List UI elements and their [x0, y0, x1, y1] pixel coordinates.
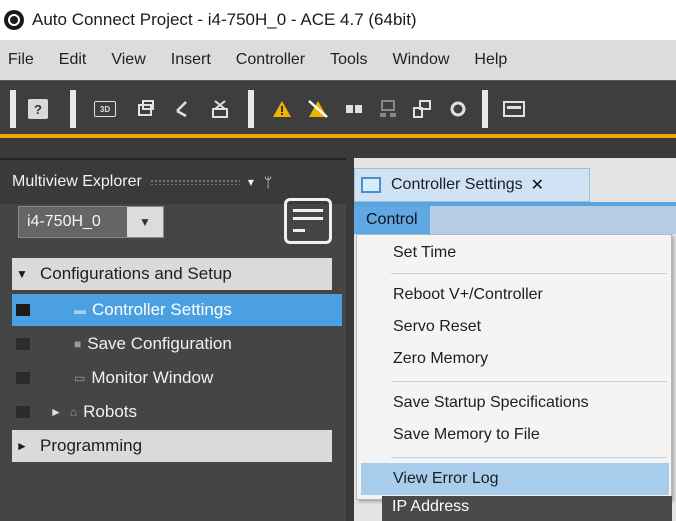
- device-select[interactable]: i4-750H_0 ▼: [18, 206, 164, 238]
- menu-controller[interactable]: Controller: [236, 51, 305, 69]
- menu-item-view-error-log[interactable]: View Error Log: [361, 463, 669, 495]
- tree-item-robots[interactable]: ► ⌂ Robots: [12, 396, 332, 428]
- window-title: Auto Connect Project - i4-750H_0 - ACE 4…: [32, 10, 417, 29]
- tree-group-configurations[interactable]: ▼ Configurations and Setup: [12, 258, 332, 290]
- device-select-value: i4-750H_0: [27, 213, 101, 230]
- tree-group-label: Configurations and Setup: [40, 264, 232, 283]
- toolbar-grip: [482, 90, 488, 128]
- expand-arrow-icon[interactable]: ►: [12, 439, 40, 453]
- tree-item-controller-settings[interactable]: ▬ Controller Settings: [12, 294, 342, 326]
- expand-arrow-icon[interactable]: ▼: [12, 267, 40, 281]
- control-menu-bar: Control: [354, 206, 676, 234]
- chevron-down-icon[interactable]: ▾: [248, 175, 254, 189]
- device-icon[interactable]: [410, 97, 434, 121]
- tree-marker: [16, 304, 30, 316]
- menu-window[interactable]: Window: [392, 51, 449, 69]
- tree-item-label: Save Configuration: [87, 334, 232, 353]
- tree-item-label: Monitor Window: [91, 368, 214, 387]
- connect-icon[interactable]: [342, 97, 366, 121]
- tool-icon[interactable]: [208, 97, 232, 121]
- menu-item-servo-reset[interactable]: Servo Reset: [357, 311, 671, 343]
- multiview-explorer: Multiview Explorer ▾ ᛘ i4-750H_0 ▼ ▼ Con…: [0, 158, 346, 521]
- clear-warning-icon[interactable]: [306, 97, 330, 121]
- tree-group-label: Programming: [40, 436, 143, 455]
- menu-item-zero-memory[interactable]: Zero Memory: [357, 343, 671, 375]
- panel-splitter[interactable]: [346, 158, 354, 521]
- pin-icon[interactable]: ᛘ: [264, 174, 272, 190]
- refresh-icon[interactable]: [446, 97, 470, 121]
- explorer-title: Multiview Explorer: [12, 173, 142, 190]
- save-icon: ■: [74, 337, 82, 351]
- help-icon[interactable]: ?: [28, 99, 48, 119]
- dropdown-arrow-icon[interactable]: ▼: [127, 207, 163, 237]
- menu-bar: File Edit View Insert Controller Tools W…: [0, 40, 676, 80]
- 3d-view-icon[interactable]: 3D: [94, 101, 116, 117]
- menu-separator: [391, 273, 667, 274]
- menu-item-set-time[interactable]: Set Time: [357, 237, 671, 269]
- menu-tools[interactable]: Tools: [330, 51, 367, 69]
- toolbar-grip: [10, 90, 16, 128]
- menu-separator: [391, 381, 667, 382]
- window-icon[interactable]: [134, 97, 158, 121]
- controller-icon: [284, 198, 332, 244]
- control-dropdown-menu: Set Time Reboot V+/Controller Servo Rese…: [356, 234, 672, 500]
- tree-item-label: Robots: [83, 402, 138, 421]
- menu-help[interactable]: Help: [474, 51, 507, 69]
- document-area: Controller Settings ✕ Control Set Time R…: [346, 158, 676, 521]
- ip-address-label: IP Address: [382, 496, 672, 521]
- control-menu[interactable]: Control: [354, 206, 430, 234]
- menu-separator: [391, 457, 667, 458]
- explorer-grip[interactable]: [149, 179, 240, 185]
- display-icon[interactable]: [502, 97, 526, 121]
- toolbar-grip: [248, 90, 254, 128]
- tree-marker: [16, 406, 30, 418]
- app-icon: [4, 10, 24, 30]
- workspace-gap: [0, 138, 676, 158]
- folder-icon: ⌂: [69, 405, 78, 419]
- monitor-icon: ▭: [74, 371, 86, 385]
- menu-item-reboot[interactable]: Reboot V+/Controller: [357, 279, 671, 311]
- network-icon[interactable]: [376, 97, 400, 121]
- title-bar: Auto Connect Project - i4-750H_0 - ACE 4…: [0, 0, 676, 40]
- tree-marker: [16, 372, 30, 384]
- expand-arrow-icon[interactable]: ►: [50, 405, 62, 419]
- toolbar: ? 3D: [0, 80, 676, 136]
- tree-group-programming[interactable]: ► Programming: [12, 430, 332, 462]
- tab-label: Controller Settings: [391, 176, 523, 193]
- tree-marker: [16, 338, 30, 350]
- menu-edit[interactable]: Edit: [59, 51, 87, 69]
- menu-item-save-startup[interactable]: Save Startup Specifications: [357, 387, 671, 419]
- menu-insert[interactable]: Insert: [171, 51, 211, 69]
- close-icon[interactable]: ✕: [531, 175, 544, 195]
- settings-window-icon: [361, 177, 381, 193]
- tree-item-save-configuration[interactable]: ■ Save Configuration: [12, 328, 332, 360]
- menu-view[interactable]: View: [111, 51, 145, 69]
- tab-controller-settings[interactable]: Controller Settings ✕: [354, 168, 590, 202]
- menu-file[interactable]: File: [8, 51, 34, 69]
- pointer-icon[interactable]: [172, 97, 196, 121]
- menu-item-save-memory[interactable]: Save Memory to File: [357, 419, 671, 451]
- settings-icon: ▬: [74, 303, 86, 317]
- warning-icon[interactable]: [270, 97, 294, 121]
- toolbar-grip: [70, 90, 76, 128]
- tree-item-monitor-window[interactable]: ▭ Monitor Window: [12, 362, 332, 394]
- tree-item-label: Controller Settings: [92, 300, 232, 319]
